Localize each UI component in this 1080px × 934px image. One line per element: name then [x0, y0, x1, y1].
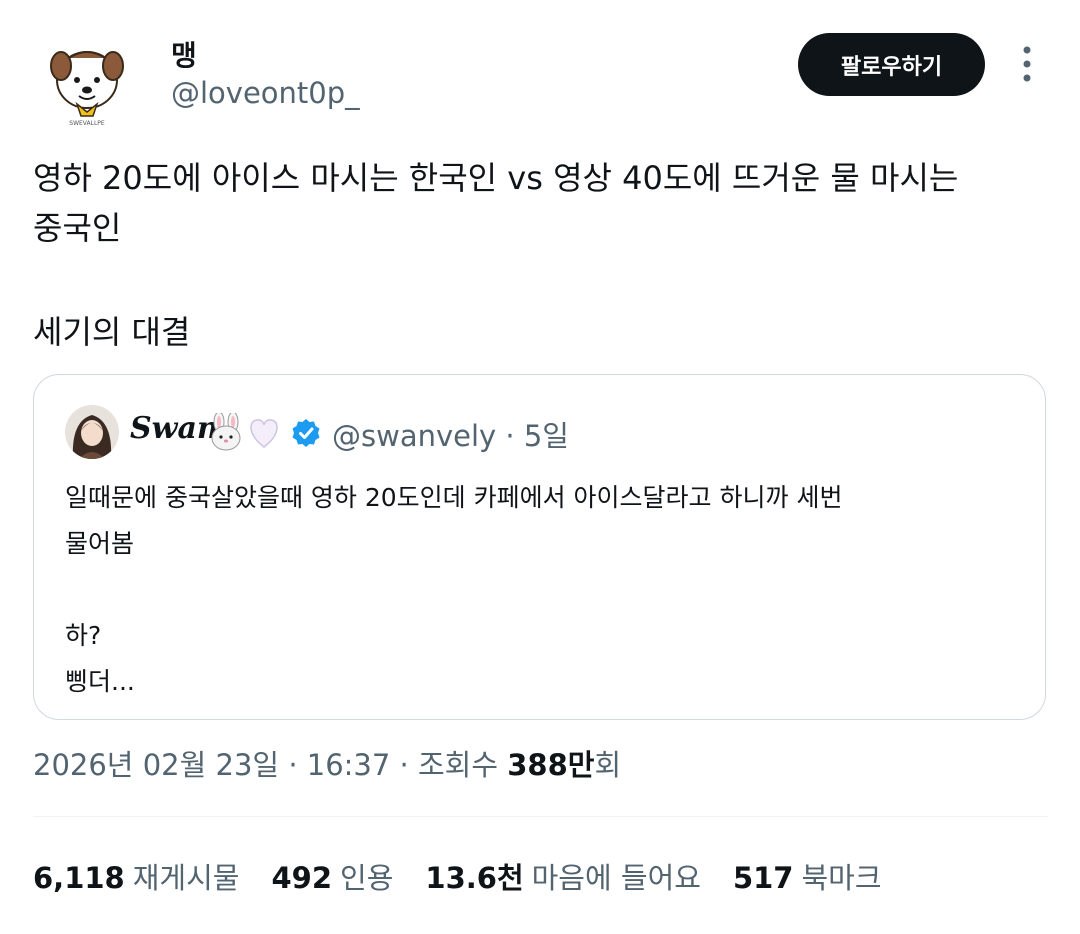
views-suffix: 회: [594, 748, 622, 782]
author-avatar[interactable]: SWEVALLPE: [47, 38, 127, 134]
quote-text: 일때문에 중국살았을때 영하 20도인데 카페에서 아이스달라고 하니까 세번 …: [65, 475, 1025, 705]
views-label: 조회수: [417, 748, 499, 782]
tweet-line: 영하 20도에 아이스 마시는 한국인 vs 영상 40도에 뜨거운 물 마시는: [33, 159, 959, 197]
more-vertical-icon[interactable]: [1015, 44, 1039, 84]
tweet-time[interactable]: 16:37: [307, 748, 391, 782]
quote-author-handle[interactable]: @swanvely · 5일: [332, 413, 569, 455]
white-heart-icon: [244, 413, 284, 451]
stat-value: 13.6천: [425, 861, 524, 895]
stat-label: 인용: [340, 861, 394, 895]
quote-line: 물어봄: [65, 529, 135, 558]
tweet-text: 영하 20도에 아이스 마시는 한국인 vs 영상 40도에 뜨거운 물 마시는…: [33, 153, 1043, 357]
quote-time: · 5일: [505, 419, 569, 453]
quotes-stat[interactable]: 492 인용: [271, 855, 393, 897]
quote-line: 하?: [65, 621, 102, 650]
tweet-line: 세기의 대결: [33, 313, 191, 351]
tweet-header: SWEVALLPE 맹 @loveont0p_ 팔로우하기: [33, 28, 1048, 128]
rabbit-face-icon: [206, 411, 246, 451]
quoted-tweet[interactable]: Swan @swanvely · 5일 일때문에 중국살았을때 영하 20도인데…: [33, 374, 1046, 720]
views-count: 388만: [507, 748, 595, 782]
stat-label: 마음에 들어요: [531, 861, 701, 895]
stat-label: 재게시물: [132, 861, 240, 895]
avatar-caption: SWEVALLPE: [69, 120, 105, 127]
engagement-stats: 6,118 재게시물 492 인용 13.6천 마음에 들어요 517 북마크: [33, 855, 882, 897]
stat-value: 517: [732, 861, 794, 895]
verified-badge-icon: [290, 417, 322, 449]
tweet-date[interactable]: 2026년 02월 23일: [33, 748, 279, 782]
quote-author-avatar[interactable]: [65, 405, 119, 459]
reposts-stat[interactable]: 6,118 재게시물: [33, 855, 239, 897]
tweet-meta: 2026년 02월 23일 · 16:37 · 조회수 388만회: [33, 742, 621, 784]
author-handle[interactable]: @loveont0p_: [171, 76, 360, 110]
meta-separator: ·: [288, 748, 298, 782]
author-name[interactable]: 맹: [171, 34, 197, 74]
meta-separator: ·: [399, 748, 409, 782]
quote-handle-text: @swanvely: [332, 419, 497, 453]
stat-label: 북마크: [801, 861, 882, 895]
bookmarks-stat[interactable]: 517 북마크: [733, 855, 882, 897]
tweet-line: 중국인: [33, 209, 122, 247]
divider: [33, 816, 1048, 817]
stat-value: 492: [271, 861, 333, 895]
stat-value: 6,118: [33, 861, 125, 895]
follow-button[interactable]: 팔로우하기: [798, 33, 985, 96]
likes-stat[interactable]: 13.6천 마음에 들어요: [425, 855, 701, 897]
quote-line: 삥더...: [65, 667, 135, 696]
quote-line: 일때문에 중국살았을때 영하 20도인데 카페에서 아이스달라고 하니까 세번: [65, 483, 843, 512]
